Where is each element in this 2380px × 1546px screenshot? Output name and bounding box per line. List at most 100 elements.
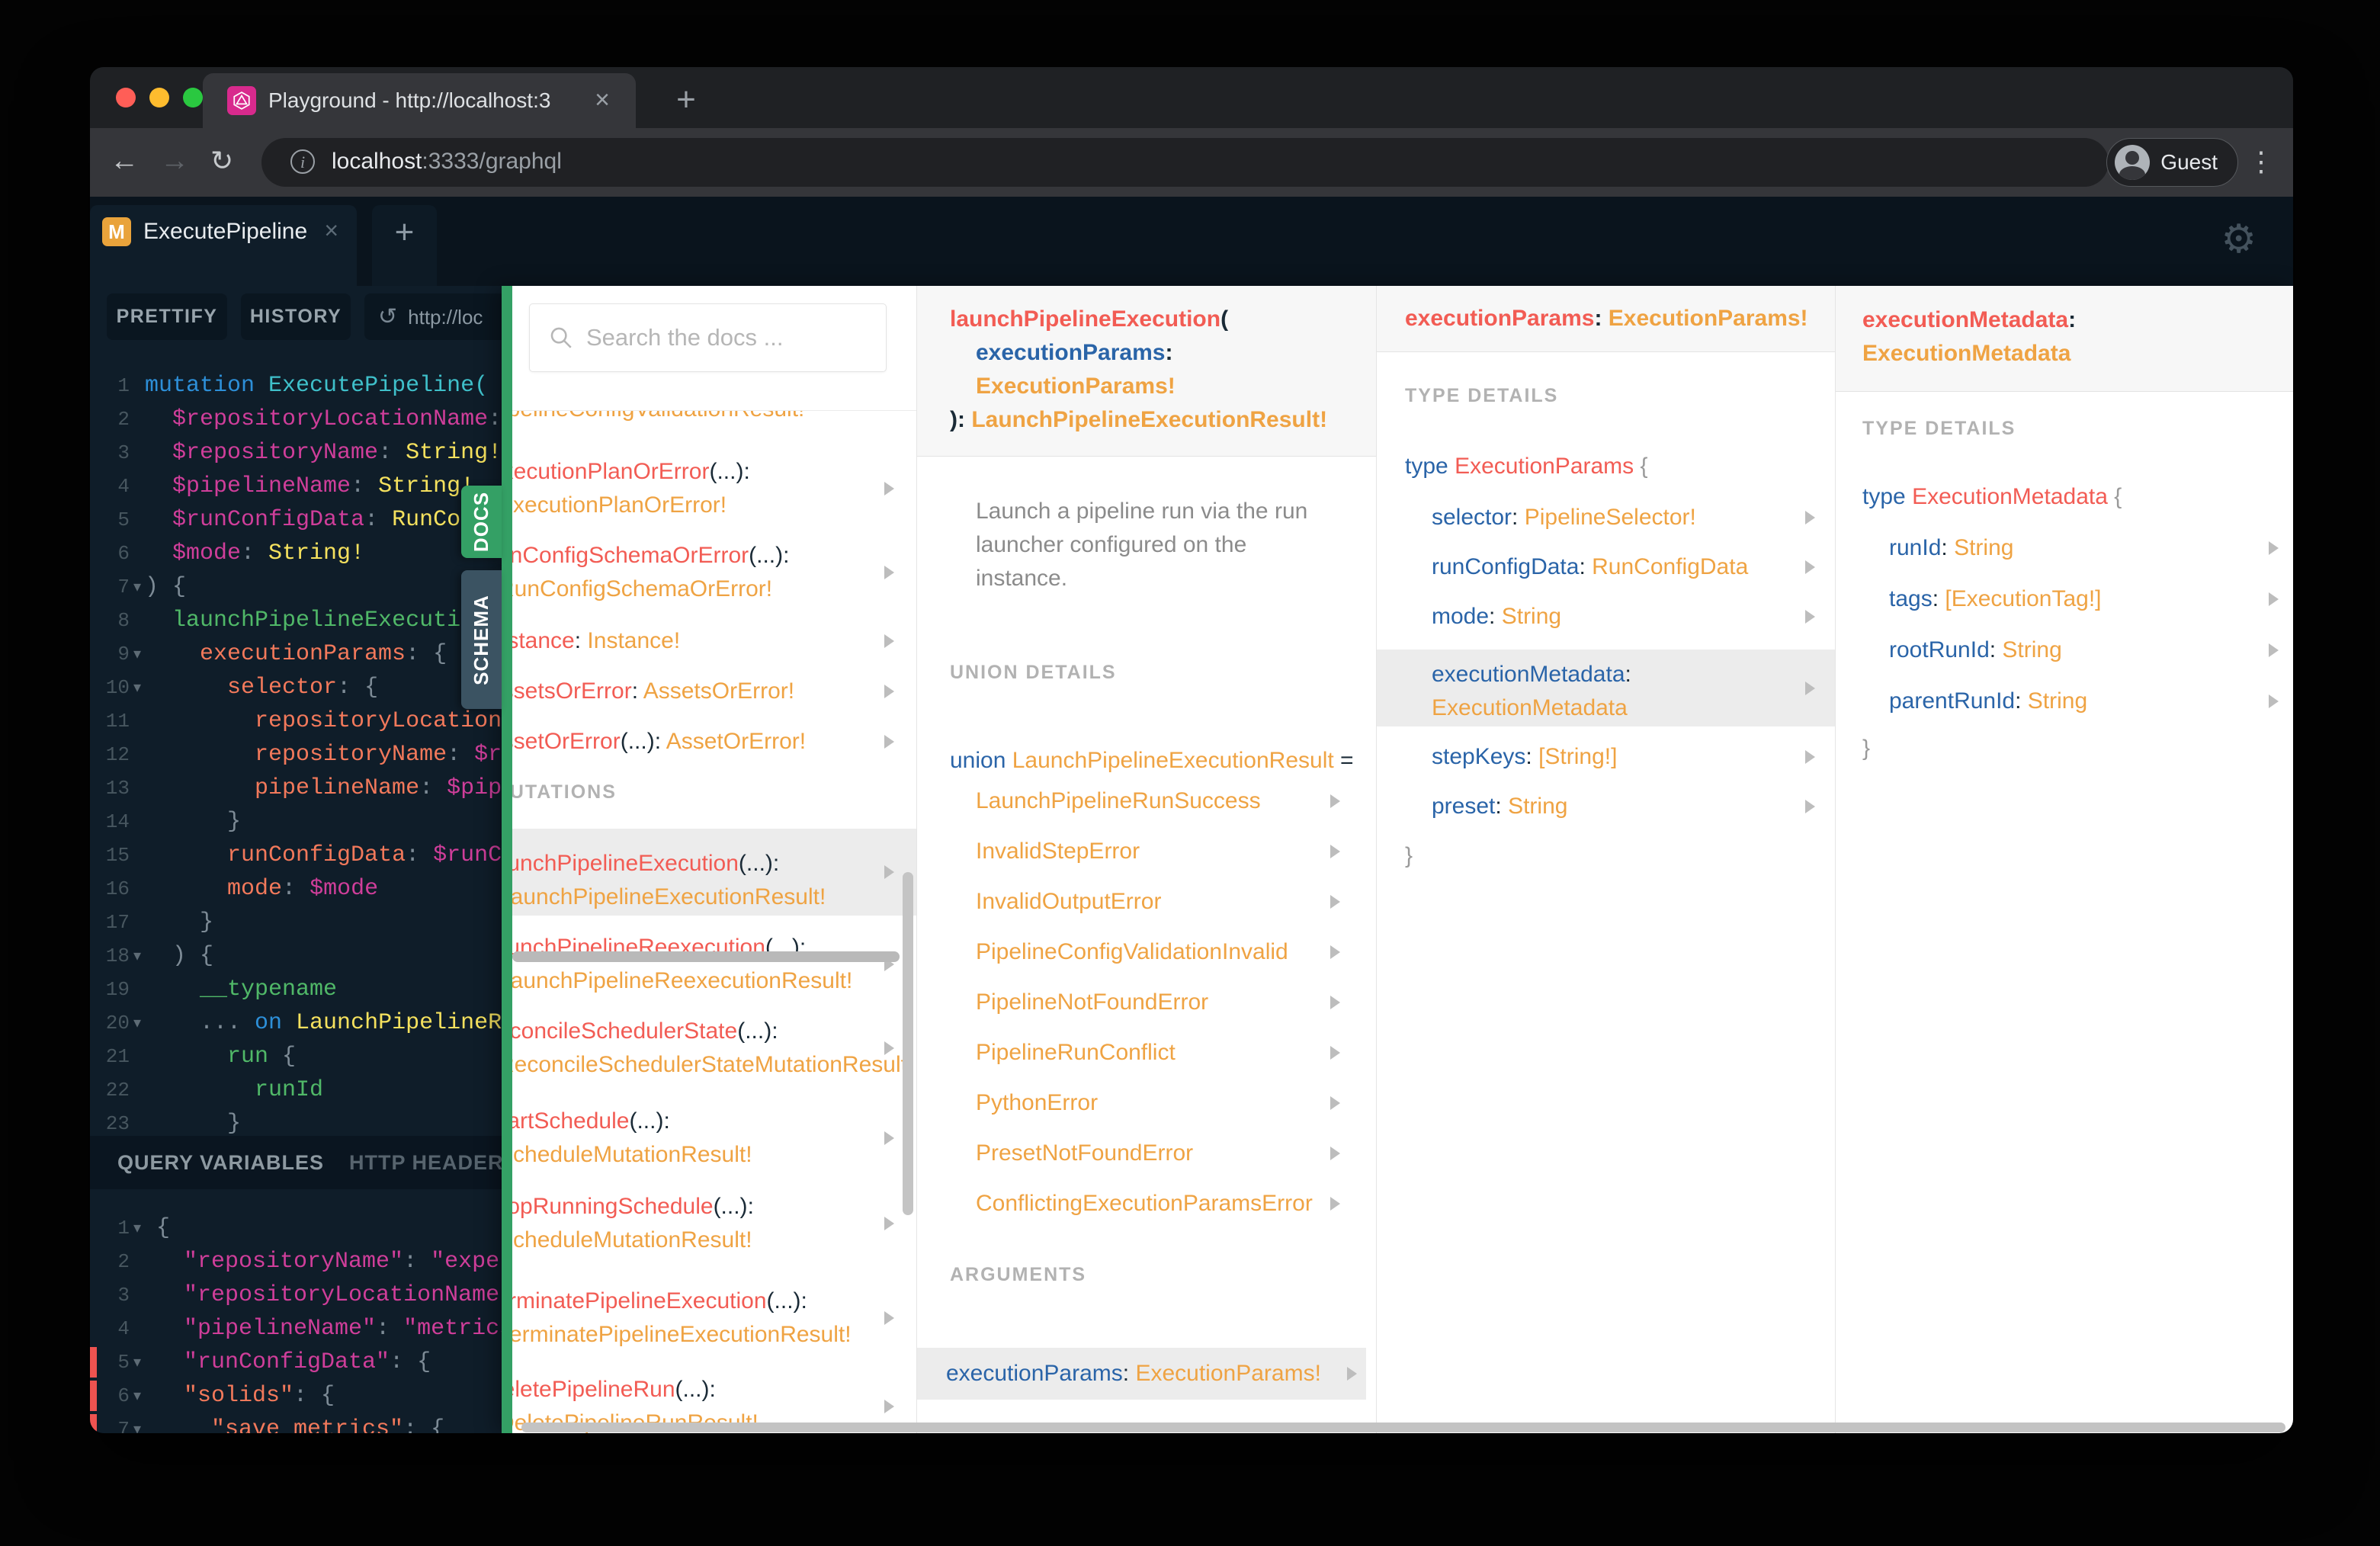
- union-member-row[interactable]: LaunchPipelineRunSuccess: [976, 784, 1376, 818]
- code-line[interactable]: 18 ▾ ) {: [90, 939, 512, 973]
- code-line[interactable]: 4 $pipelineName: String!: [90, 470, 512, 503]
- query-variables-editor[interactable]: 1 ▾{2 "repositoryName": "exper 3 "reposito…: [90, 1211, 512, 1433]
- docs-field-row[interactable]: assetsOrError: AssetsOrError!: [512, 675, 916, 708]
- close-tab-icon[interactable]: ×: [595, 73, 610, 128]
- horizontal-scrollbar[interactable]: [512, 951, 900, 962]
- fold-arrow-icon[interactable]: ▾: [130, 939, 145, 973]
- minimize-window-button[interactable]: [149, 88, 169, 107]
- code-line[interactable]: 14 }: [90, 805, 512, 839]
- code-line[interactable]: 2 "repositoryName": "exper: [90, 1245, 512, 1278]
- fold-arrow-icon[interactable]: ▾: [130, 637, 145, 671]
- union-member-row[interactable]: PipelineNotFoundError: [976, 986, 1376, 1019]
- union-member-row[interactable]: PipelineRunConflict: [976, 1036, 1376, 1070]
- docs-field-row[interactable]: launchPipelineReexecution(...): LaunchPip…: [512, 931, 916, 998]
- site-info-icon[interactable]: i: [290, 149, 315, 174]
- docs-field-row[interactable]: startSchedule(...):ScheduleMutationResul…: [512, 1105, 916, 1172]
- browser-tab[interactable]: Playground - http://localhost:3 ×: [203, 73, 636, 128]
- fold-arrow-icon[interactable]: ▾: [130, 671, 145, 704]
- code-line[interactable]: 10 ▾ selector: {: [90, 671, 512, 704]
- tab-schema[interactable]: SCHEMA: [461, 570, 502, 709]
- code-line[interactable]: 3 $repositoryName: String!: [90, 436, 512, 470]
- code-line[interactable]: 19 __typename: [90, 973, 512, 1006]
- type-field-row[interactable]: mode: String: [1377, 600, 1835, 633]
- code-line[interactable]: 5 $runConfigData: RunConfigData: [90, 503, 512, 537]
- reload-icon[interactable]: ↻: [210, 128, 233, 197]
- type-field-row[interactable]: tags: [ExecutionTag!]: [1836, 582, 2293, 616]
- argument-row[interactable]: executionParams: ExecutionParams!: [917, 1348, 1366, 1400]
- type-field-row[interactable]: selector: PipelineSelector!: [1377, 501, 1835, 534]
- code-line[interactable]: 20▾ ... on LaunchPipelineRunSuccess {: [90, 1006, 512, 1040]
- tab-query-variables[interactable]: QUERY VARIABLES: [117, 1136, 324, 1189]
- code-line[interactable]: 4 "pipelineName": "metrics: [90, 1312, 512, 1346]
- endpoint-input[interactable]: ↺ http://loc: [364, 293, 512, 340]
- code-line[interactable]: 1 mutation ExecutePipeline(: [90, 369, 512, 403]
- back-icon[interactable]: ←: [110, 128, 139, 197]
- address-bar[interactable]: i localhost:3333/graphql: [261, 138, 2109, 187]
- docs-field-row[interactable]: reconcileSchedulerState(...): ReconcileSc…: [512, 1015, 916, 1082]
- code-line[interactable]: 12 repositoryName: $repositoryName: [90, 738, 512, 771]
- docs-field-row[interactable]: terminatePipelineExecution(...): Terminat…: [512, 1285, 916, 1352]
- fold-arrow-icon[interactable]: ▾: [130, 1211, 145, 1245]
- docs-field-row-partial[interactable]: PipelineConfigValidationResult!: [512, 411, 916, 426]
- code-line[interactable]: 2 $repositoryLocationName: String!: [90, 403, 512, 436]
- code-line[interactable]: 8 launchPipelineExecution(: [90, 604, 512, 637]
- docs-search-input[interactable]: [585, 304, 874, 371]
- close-window-button[interactable]: [116, 88, 136, 107]
- graphql-query-editor[interactable]: 1 mutation ExecutePipeline(2 $repositoryL…: [90, 369, 512, 1136]
- history-button[interactable]: HISTORY: [241, 293, 351, 340]
- union-member-row[interactable]: PresetNotFoundError: [976, 1137, 1376, 1170]
- type-field-row[interactable]: parentRunId: String: [1836, 685, 2293, 718]
- forward-icon[interactable]: →: [160, 128, 189, 197]
- type-field-row[interactable]: rootRunId: String: [1836, 633, 2293, 667]
- fold-arrow-icon[interactable]: ▾: [130, 1413, 145, 1433]
- code-line[interactable]: 23 }: [90, 1107, 512, 1136]
- code-line[interactable]: 6 ▾ "solids": {: [90, 1379, 512, 1413]
- union-member-row[interactable]: InvalidOutputError: [976, 885, 1376, 919]
- docs-panel-edge[interactable]: [502, 286, 512, 1433]
- code-line[interactable]: 11 repositoryLocationName: $repositoryLo…: [90, 704, 512, 738]
- docs-field-row[interactable]: launchPipelineExecution(...): LaunchPipel…: [512, 829, 916, 916]
- browser-menu-icon[interactable]: ⋮: [2247, 128, 2275, 197]
- fold-arrow-icon[interactable]: ▾: [130, 1346, 145, 1379]
- type-field-row[interactable]: runConfigData: RunConfigData: [1377, 550, 1835, 584]
- code-line[interactable]: 22 runId: [90, 1073, 512, 1107]
- code-line[interactable]: 13 pipelineName: $pipelineName: [90, 771, 512, 805]
- docs-field-row[interactable]: stopRunningSchedule(...):ScheduleMutatio…: [512, 1190, 916, 1257]
- docs-field-row[interactable]: runConfigSchemaOrError(...): RunConfigSch…: [512, 539, 916, 606]
- fold-arrow-icon[interactable]: ▾: [130, 1379, 145, 1413]
- type-field-row[interactable]: executionMetadata: ExecutionMetadata: [1377, 650, 1835, 726]
- tab-docs[interactable]: DOCS: [461, 486, 502, 558]
- tab-http-headers[interactable]: HTTP HEADERS: [349, 1136, 512, 1189]
- close-playground-tab-icon[interactable]: ×: [324, 205, 338, 258]
- code-line[interactable]: 16 mode: $mode: [90, 872, 512, 906]
- code-line[interactable]: 6 $mode: String!: [90, 537, 512, 570]
- docs-field-row[interactable]: assetOrError(...): AssetOrError!: [512, 725, 916, 759]
- new-playground-tab-button[interactable]: +: [372, 205, 437, 286]
- fold-arrow-icon[interactable]: ▾: [130, 570, 145, 604]
- playground-tab[interactable]: M ExecutePipeline ×: [90, 205, 357, 286]
- settings-gear-icon[interactable]: ⚙: [2221, 217, 2257, 262]
- new-tab-button[interactable]: +: [663, 78, 709, 123]
- type-field-row[interactable]: stepKeys: [String!]: [1377, 740, 1835, 774]
- code-line[interactable]: 3 "repositoryLocationName":: [90, 1278, 512, 1312]
- type-field-row[interactable]: preset: String: [1377, 790, 1835, 823]
- prettify-button[interactable]: PRETTIFY: [107, 293, 227, 340]
- docs-field-row[interactable]: executionPlanOrError(...):ExecutionPlanO…: [512, 455, 916, 522]
- profile-button[interactable]: Guest: [2106, 138, 2238, 187]
- union-member-row[interactable]: PythonError: [976, 1086, 1376, 1120]
- union-member-row[interactable]: InvalidStepError: [976, 835, 1376, 868]
- docs-horizontal-scrollbar[interactable]: [521, 1423, 2285, 1432]
- code-line[interactable]: 7 ▾ "save metrics": {: [90, 1413, 512, 1433]
- code-line[interactable]: 1 ▾{: [90, 1211, 512, 1245]
- code-line[interactable]: 15 runConfigData: $runConfigData: [90, 839, 512, 872]
- docs-field-row[interactable]: instance: Instance!: [512, 624, 916, 658]
- type-field-row[interactable]: runId: String: [1836, 531, 2293, 565]
- union-member-row[interactable]: PipelineConfigValidationInvalid: [976, 935, 1376, 969]
- code-line[interactable]: 17 }: [90, 906, 512, 939]
- union-member-row[interactable]: ConflictingExecutionParamsError: [976, 1187, 1376, 1220]
- code-line[interactable]: 21 run {: [90, 1040, 512, 1073]
- code-line[interactable]: 5 ▾ "runConfigData": {: [90, 1346, 512, 1379]
- code-line[interactable]: 7 ▾) {: [90, 570, 512, 604]
- fold-arrow-icon[interactable]: ▾: [130, 1006, 145, 1040]
- vertical-scrollbar[interactable]: [903, 872, 913, 1215]
